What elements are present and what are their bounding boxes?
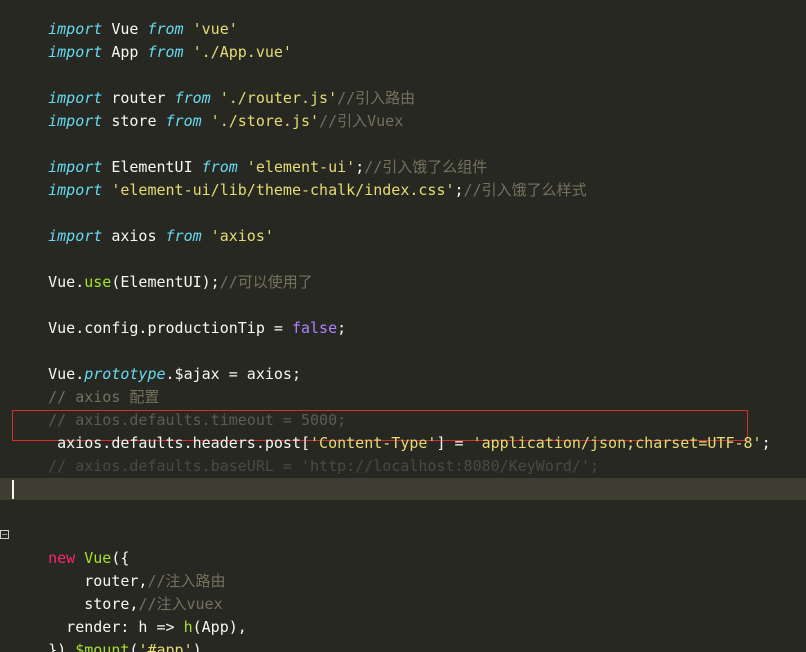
code-line-5[interactable]: import ElementUI from 'element-ui';//引入饿… [12, 133, 487, 176]
keyword: from [147, 43, 184, 61]
string: './App.vue' [183, 43, 292, 61]
code-line-4[interactable]: import store from './store.js'//引入Vuex [12, 87, 403, 130]
code-line-17[interactable]: store,//注入vuex [12, 570, 222, 613]
code-line-18[interactable]: render: h => h(App), [12, 593, 247, 636]
keyword: from [165, 227, 202, 245]
code-line-12[interactable]: // axios.defaults.timeout = 5000; [12, 386, 346, 429]
code-line-8[interactable]: Vue.use(ElementUI);//可以使用了 [12, 248, 313, 291]
code-line-1[interactable]: import Vue from 'vue' [12, 0, 238, 38]
identifier: Vue. [48, 273, 85, 291]
code-line-11[interactable]: // axios 配置 [12, 363, 159, 406]
keyword: import [48, 181, 103, 199]
code-line-16[interactable]: router,//注入路由 [12, 547, 225, 590]
identifier: axios [102, 227, 166, 245]
code-line-9[interactable]: Vue.config.productionTip = false; [12, 294, 346, 337]
string: '#app' [138, 641, 193, 652]
punctuation: ) [192, 641, 202, 652]
punctuation: }). [48, 641, 76, 652]
code-line-19[interactable]: }).$mount('#app') [12, 616, 202, 652]
comment: // axios.defaults.baseURL = 'http://loca… [48, 457, 600, 475]
comment: //引入饿了么样式 [463, 181, 587, 199]
code-line-2[interactable]: import App from './App.vue' [12, 18, 292, 61]
boolean-literal: false [291, 319, 338, 337]
code-text: .$ajax = axios; [165, 365, 301, 383]
identifier: store [102, 112, 166, 130]
keyword: import [48, 227, 103, 245]
fold-collapse-icon[interactable]: − [0, 530, 9, 539]
code-line-3[interactable]: import router from './router.js'//引入路由 [12, 64, 415, 107]
code-text: Vue.config.productionTip = [48, 319, 292, 337]
string: 'axios' [201, 227, 274, 245]
code-line-6[interactable]: import 'element-ui/lib/theme-chalk/index… [12, 156, 586, 199]
code-editor[interactable]: import Vue from 'vue' import App from '.… [0, 0, 806, 652]
punctuation: ; [454, 181, 464, 199]
function-name: $mount [75, 641, 130, 652]
keyword: from [165, 112, 202, 130]
current-line-highlight [0, 478, 806, 500]
punctuation: ; [761, 434, 771, 452]
code-line-13[interactable]: axios.defaults.headers.post['Content-Typ… [12, 409, 770, 452]
code-line-10[interactable]: Vue.prototype.$ajax = axios; [12, 340, 301, 383]
function-name: use [84, 273, 112, 291]
comment: //可以使用了 [219, 273, 313, 291]
code-line-15[interactable]: new Vue({ [12, 524, 129, 567]
identifier: App [102, 43, 148, 61]
keyword: import [48, 43, 103, 61]
comment: //引入Vuex [319, 112, 404, 130]
punctuation: ; [337, 319, 347, 337]
code-text: (ElementUI); [111, 273, 220, 291]
string: 'element-ui/lib/theme-chalk/index.css' [102, 181, 455, 199]
string: './store.js' [201, 112, 320, 130]
code-line-14[interactable]: // axios.defaults.baseURL = 'http://loca… [12, 432, 599, 475]
keyword: import [48, 112, 103, 130]
code-line-7[interactable]: import axios from 'axios' [12, 202, 274, 245]
